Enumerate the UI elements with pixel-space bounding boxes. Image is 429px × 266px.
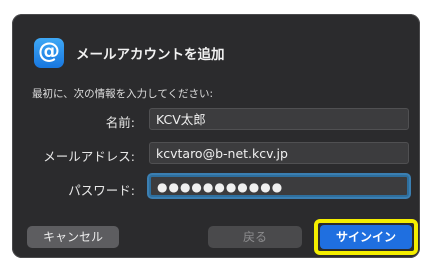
dialog-title: メールアカウントを追加 — [76, 47, 225, 63]
name-label: 名前: — [105, 115, 135, 130]
back-button[interactable]: 戻る — [208, 226, 302, 248]
add-mail-account-dialog: @ メールアカウントを追加 最初に、次の情報を入力してください: 名前: KCV… — [12, 14, 420, 258]
sign-in-button[interactable]: サインイン — [320, 225, 412, 249]
signin-highlight: サインイン — [314, 219, 418, 255]
at-sign-icon: @ — [34, 38, 64, 68]
email-field[interactable]: kcvtaro@b-net.kcv.jp — [149, 142, 409, 164]
instructions-text: 最初に、次の情報を入力してください: — [32, 88, 214, 100]
password-field[interactable]: ●●●●●●●●●●● — [149, 175, 409, 197]
cancel-button[interactable]: キャンセル — [27, 226, 119, 248]
password-label: パスワード: — [68, 183, 135, 198]
email-label: メールアドレス: — [43, 149, 135, 164]
name-field[interactable]: KCV太郎 — [149, 108, 409, 130]
